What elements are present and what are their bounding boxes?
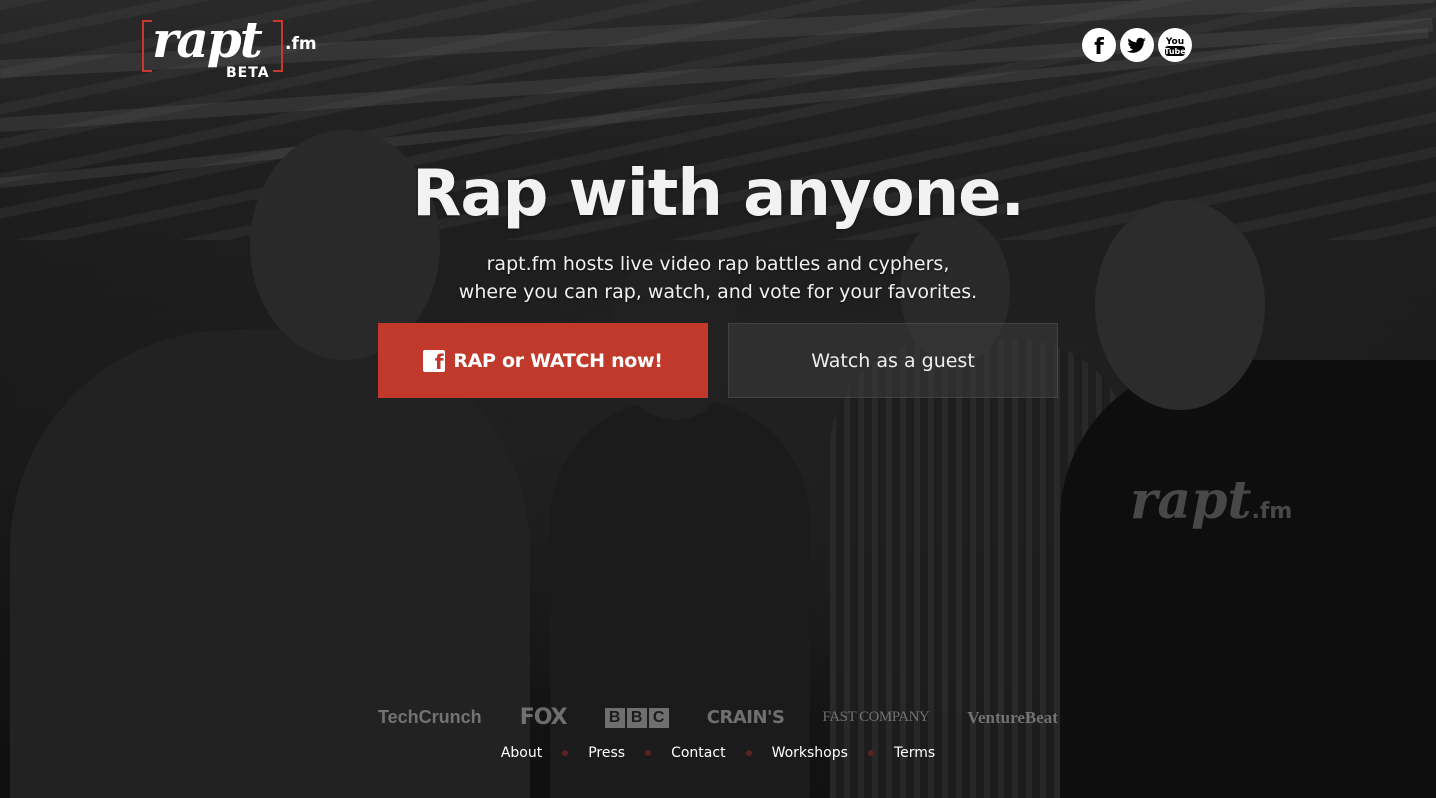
logo-suffix: .fm: [285, 34, 317, 54]
hero-description-line-1: rapt.fm hosts live video rap battles and…: [486, 253, 950, 275]
logo-left-bracket: [142, 20, 152, 72]
footer-separator: [645, 750, 652, 756]
techcrunch-logo[interactable]: TechCrunch: [378, 707, 482, 728]
hero-description-line-2: where you can rap, watch, and vote for y…: [458, 281, 978, 303]
landing-page: rapt.fm rapt BETA .fm f You Tube Rap wit…: [0, 0, 1436, 798]
watch-as-guest-label: Watch as a guest: [811, 349, 975, 372]
hero: Rap with anyone. rapt.fm hosts live vide…: [0, 154, 1436, 306]
bbc-logo-letter: B: [604, 707, 625, 728]
logo-right-bracket: [273, 20, 283, 72]
footer-separator: [867, 750, 874, 756]
shirt-logo: rapt.fm: [1130, 470, 1300, 550]
social-links: f You Tube: [1082, 28, 1192, 62]
youtube-icon[interactable]: You Tube: [1158, 28, 1192, 62]
bbc-logo[interactable]: B B C: [604, 707, 669, 728]
hero-headline: Rap with anyone.: [412, 157, 1025, 231]
watch-as-guest-button[interactable]: Watch as a guest: [728, 323, 1058, 398]
bbc-logo-letter: C: [648, 707, 669, 728]
facebook-icon[interactable]: f: [1082, 28, 1116, 62]
venturebeat-logo[interactable]: VentureBeat: [967, 708, 1058, 728]
svg-text:f: f: [1094, 35, 1104, 60]
rap-or-watch-button[interactable]: f RAP or WATCH now!: [378, 323, 708, 398]
svg-text:Tube: Tube: [1164, 47, 1186, 56]
twitter-icon[interactable]: [1120, 28, 1154, 62]
footer-link-contact[interactable]: Contact: [671, 745, 725, 761]
shirt-logo-word: rapt: [1130, 470, 1252, 531]
facebook-square-icon: f: [423, 349, 446, 372]
bbc-logo-letter: B: [626, 707, 647, 728]
fast-company-logo[interactable]: FAST COMPANY: [823, 709, 930, 726]
footer-link-workshops[interactable]: Workshops: [772, 745, 848, 761]
hero-description: rapt.fm hosts live video rap battles and…: [0, 250, 1436, 306]
background-photo: rapt.fm: [0, 0, 1436, 798]
cta-row: f RAP or WATCH now! Watch as a guest: [378, 323, 1058, 398]
footer-link-terms[interactable]: Terms: [894, 745, 935, 761]
dark-overlay: [0, 0, 1436, 798]
footer-separator: [562, 750, 569, 756]
crains-logo[interactable]: CRAIN'S: [707, 707, 785, 728]
fox-logo[interactable]: FOX: [520, 705, 568, 730]
footer-separator: [745, 750, 752, 756]
logo-beta-badge: BETA: [226, 65, 270, 81]
footer-nav: About Press Contact Workshops Terms: [0, 745, 1436, 761]
press-logos: TechCrunch FOX B B C CRAIN'S FAST COMPAN…: [378, 705, 1058, 730]
logo-wordmark: rapt: [152, 10, 263, 69]
person-middle: [550, 400, 810, 798]
shirt-logo-suffix: .fm: [1251, 499, 1293, 524]
footer-link-about[interactable]: About: [501, 745, 542, 761]
footer-link-press[interactable]: Press: [588, 745, 625, 761]
svg-text:You: You: [1165, 37, 1184, 47]
person-right: [1060, 360, 1436, 798]
site-logo[interactable]: rapt BETA .fm: [140, 10, 330, 84]
rap-or-watch-label: RAP or WATCH now!: [453, 349, 663, 372]
